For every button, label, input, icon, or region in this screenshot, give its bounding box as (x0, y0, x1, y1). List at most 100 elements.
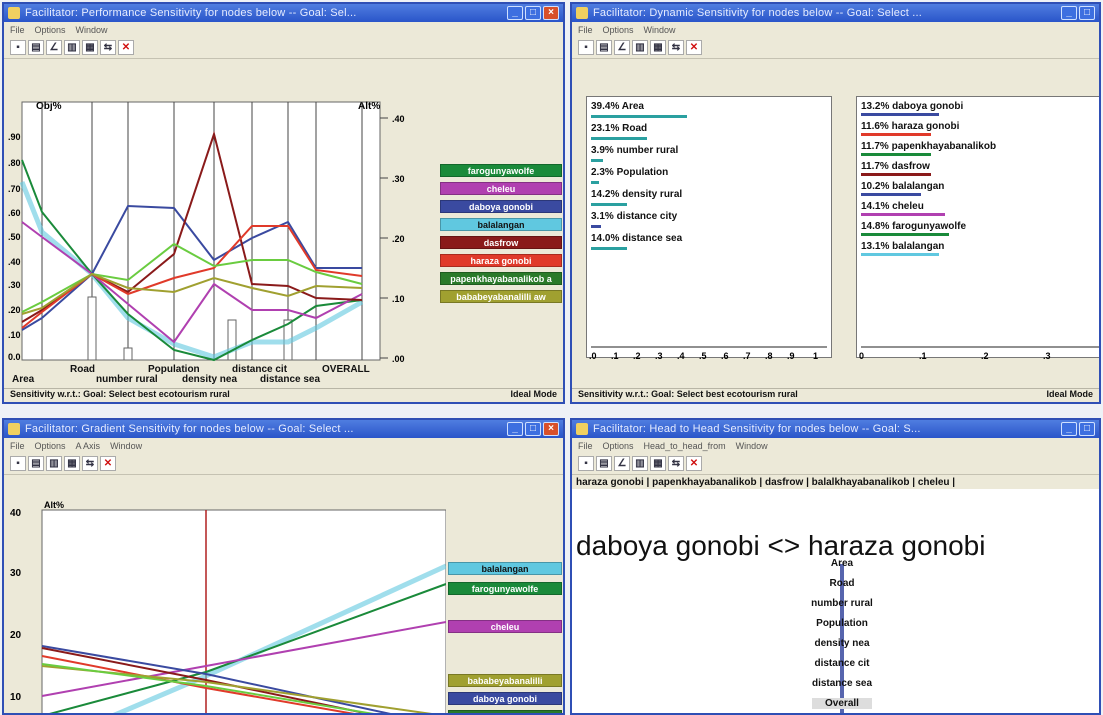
criterion-weight[interactable]: 14.2% density rural (591, 189, 682, 200)
remove-icon[interactable]: ✕ (118, 40, 134, 55)
legend-item[interactable]: cheleu (440, 182, 562, 195)
table-icon[interactable]: ▦ (64, 456, 80, 471)
svg-text:1: 1 (813, 351, 818, 361)
title-bar[interactable]: Facilitator: Gradient Sensitivity for no… (4, 420, 563, 438)
legend-item[interactable]: papenkhayabanalikob a (440, 272, 562, 285)
graph-icon[interactable]: ∠ (614, 40, 630, 55)
criterion-density: density nea (182, 374, 238, 385)
menu-options[interactable]: Options (603, 25, 634, 35)
chart-icon[interactable]: ▥ (64, 40, 80, 55)
print-icon[interactable]: ▪ (10, 456, 26, 471)
menu-a-axis[interactable]: A Axis (76, 441, 101, 451)
legend-item[interactable]: daboya gonobi (440, 200, 562, 213)
table-icon[interactable]: ▦ (650, 40, 666, 55)
toolbar: ▪ ▤ ∠ ▥ ▦ ⇆ ✕ (4, 37, 563, 59)
weight-bar[interactable] (591, 159, 603, 162)
svg-text:.2: .2 (633, 351, 641, 361)
svg-text:.90: .90 (8, 132, 21, 142)
criterion-weight[interactable]: 39.4% Area (591, 101, 644, 112)
legend-item[interactable]: haraza gonobi (440, 254, 562, 267)
minimize-button[interactable]: _ (1061, 6, 1077, 20)
menu-file[interactable]: File (578, 441, 593, 451)
weight-bar[interactable] (591, 225, 601, 228)
svg-text:.40: .40 (8, 257, 21, 267)
legend-item[interactable]: cheleu (448, 620, 562, 633)
weight-bar[interactable] (591, 247, 627, 250)
legend-item[interactable]: bababeyabanalilli (448, 674, 562, 687)
print-icon[interactable]: ▪ (578, 40, 594, 55)
criterion-weight[interactable]: 3.1% distance city (591, 211, 677, 222)
menu-options[interactable]: Options (603, 441, 634, 451)
swap-icon[interactable]: ⇆ (100, 40, 116, 55)
chart-icon[interactable]: ▥ (632, 40, 648, 55)
copy-icon[interactable]: ▤ (28, 456, 44, 471)
criterion-weight[interactable]: 2.3% Population (591, 167, 668, 178)
minimize-button[interactable]: _ (507, 6, 523, 20)
title-bar[interactable]: Facilitator: Performance Sensitivity for… (4, 4, 563, 22)
maximize-button[interactable]: □ (525, 6, 541, 20)
table-icon[interactable]: ▦ (82, 40, 98, 55)
close-button[interactable]: × (543, 6, 559, 20)
weight-bar[interactable] (591, 137, 647, 140)
svg-text:.3: .3 (1043, 351, 1051, 361)
copy-icon[interactable]: ▤ (596, 40, 612, 55)
criterion-number-rural: number rural (96, 374, 158, 385)
remove-icon[interactable]: ✕ (100, 456, 116, 471)
chart-icon[interactable]: ▥ (632, 456, 648, 471)
legend-item[interactable]: bababeyabanalilli aw (440, 290, 562, 303)
swap-icon[interactable]: ⇆ (668, 40, 684, 55)
menu-window[interactable]: Window (736, 441, 768, 451)
weight-bar[interactable] (591, 203, 627, 206)
chart-icon[interactable]: ▥ (46, 456, 62, 471)
status-text: Sensitivity w.r.t.: Goal: Select best ec… (10, 389, 230, 399)
criterion-weight[interactable]: 3.9% number rural (591, 145, 678, 156)
legend-item[interactable]: balalangan (440, 218, 562, 231)
alternative-priority: 13.2% daboya gonobi (861, 101, 964, 112)
legend-item[interactable]: farogunyawolfe (440, 164, 562, 177)
criterion-weight[interactable]: 23.1% Road (591, 123, 647, 134)
menu-head-to-head-from[interactable]: Head_to_head_from (644, 441, 726, 451)
table-icon[interactable]: ▦ (650, 456, 666, 471)
swap-icon[interactable]: ⇆ (82, 456, 98, 471)
weight-bar[interactable] (591, 181, 599, 184)
menu-options[interactable]: Options (35, 25, 66, 35)
graph-icon[interactable]: ∠ (46, 40, 62, 55)
remove-icon[interactable]: ✕ (686, 456, 702, 471)
print-icon[interactable]: ▪ (10, 40, 26, 55)
alternatives-priority-panel: 13.2% daboya gonobi 11.6% haraza gonobi … (856, 96, 1099, 361)
legend-item[interactable]: balalangan (448, 562, 562, 575)
minimize-button[interactable]: _ (1061, 422, 1077, 436)
legend-item[interactable]: papenkhayabanalili (448, 710, 562, 713)
alternative-selector[interactable]: haraza gonobi | papenkhayabanalikob | da… (572, 475, 1099, 489)
menu-file[interactable]: File (10, 25, 25, 35)
menu-options[interactable]: Options (35, 441, 66, 451)
legend-item[interactable]: dasfrow (440, 236, 562, 249)
maximize-button[interactable]: □ (1079, 6, 1095, 20)
menu-file[interactable]: File (578, 25, 593, 35)
weight-bar[interactable] (591, 115, 687, 118)
menu-file[interactable]: File (10, 441, 25, 451)
legend-item[interactable]: farogunyawolfe (448, 582, 562, 595)
remove-icon[interactable]: ✕ (686, 40, 702, 55)
menu-window[interactable]: Window (76, 25, 108, 35)
menu-window[interactable]: Window (644, 25, 676, 35)
copy-icon[interactable]: ▤ (28, 40, 44, 55)
swap-icon[interactable]: ⇆ (668, 456, 684, 471)
print-icon[interactable]: ▪ (578, 456, 594, 471)
criterion-weight[interactable]: 14.0% distance sea (591, 233, 682, 244)
mode-indicator[interactable]: Ideal Mode (1046, 389, 1093, 402)
minimize-button[interactable]: _ (507, 422, 523, 436)
menu-window[interactable]: Window (110, 441, 142, 451)
graph-icon[interactable]: ∠ (614, 456, 630, 471)
mode-indicator[interactable]: Ideal Mode (510, 389, 557, 402)
maximize-button[interactable]: □ (1079, 422, 1095, 436)
legend-item[interactable]: daboya gonobi (448, 692, 562, 705)
maximize-button[interactable]: □ (525, 422, 541, 436)
title-bar[interactable]: Facilitator: Head to Head Sensitivity fo… (572, 420, 1099, 438)
close-button[interactable]: × (543, 422, 559, 436)
copy-icon[interactable]: ▤ (596, 456, 612, 471)
svg-text:.80: .80 (8, 158, 21, 168)
y-ticks: 40 30 20 10 (10, 508, 22, 703)
title-bar[interactable]: Facilitator: Dynamic Sensitivity for nod… (572, 4, 1099, 22)
alternative-priority: 11.6% haraza gonobi (861, 121, 960, 132)
